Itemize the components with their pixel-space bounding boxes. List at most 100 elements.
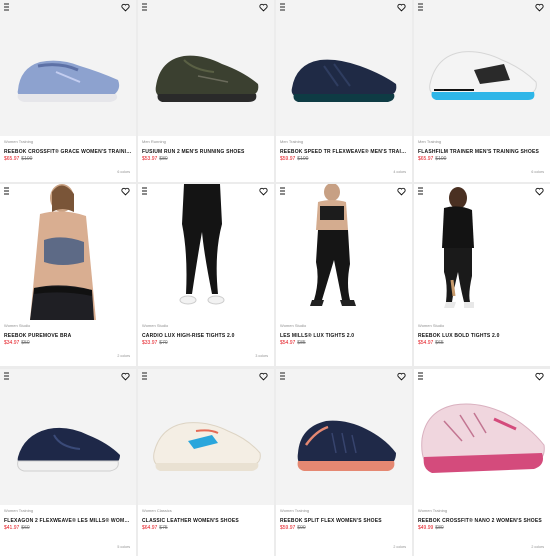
product-category: Women Classics xyxy=(142,508,172,513)
compare-icon[interactable] xyxy=(4,371,9,380)
compare-icon[interactable] xyxy=(280,371,285,380)
product-image[interactable] xyxy=(138,369,274,505)
product-image[interactable] xyxy=(138,0,274,136)
product-info: Women Training FLEXAGON 2 FLEXWEAVE® LES… xyxy=(4,508,132,532)
compare-icon[interactable] xyxy=(280,186,285,195)
original-price: $60 xyxy=(21,525,30,531)
product-price: $49.99 $80 xyxy=(418,525,546,532)
product-shoe-image xyxy=(297,420,396,471)
product-name[interactable]: REEBOK CROSSFIT® NANO 2 WOMEN'S SHOES xyxy=(418,518,546,524)
product-name[interactable]: CLASSIC LEATHER WOMEN'S SHOES xyxy=(142,518,270,524)
product-card[interactable]: Women Training REEBOK CROSSFIT® GRACE WO… xyxy=(0,0,136,182)
compare-icon[interactable] xyxy=(142,371,147,380)
product-card[interactable]: Women Studio LES MILLS® LUX TIGHTS 2.0 $… xyxy=(276,184,412,366)
product-card[interactable]: Women Training REEBOK CROSSFIT® NANO 2 W… xyxy=(414,369,550,556)
sale-price: $53.97 xyxy=(142,156,158,162)
compare-icon[interactable] xyxy=(4,2,9,11)
heart-icon[interactable] xyxy=(535,372,544,381)
product-price: $65.97 $100 xyxy=(4,156,132,163)
product-price: $59.97 $90 xyxy=(280,525,408,532)
heart-icon[interactable] xyxy=(397,3,406,12)
product-info: Women Studio REEBOK LUX BOLD TIGHTS 2.0 … xyxy=(418,323,546,347)
product-card[interactable]: Women Training REEBOK SPLIT FLEX WOMEN'S… xyxy=(276,369,412,556)
product-card[interactable]: Men Training REEBOK SPEED TR FLEXWEAVE® … xyxy=(276,0,412,182)
sale-price: $34.97 xyxy=(4,340,20,346)
product-name[interactable]: CARDIO LUX HIGH-RISE TIGHTS 2.0 xyxy=(142,333,270,339)
compare-icon[interactable] xyxy=(418,371,423,380)
product-image[interactable] xyxy=(276,369,412,505)
heart-icon[interactable] xyxy=(121,372,130,381)
product-info: Men Training REEBOK SPEED TR FLEXWEAVE® … xyxy=(280,139,408,163)
product-image[interactable] xyxy=(0,184,136,320)
product-name[interactable]: FUSIUM RUN 2 MEN'S RUNNING SHOES xyxy=(142,149,270,155)
product-category: Women Studio xyxy=(4,323,31,328)
original-price: $90 xyxy=(297,525,306,531)
product-info: Women Training REEBOK CROSSFIT® GRACE WO… xyxy=(4,139,132,163)
product-shoe-image xyxy=(17,427,120,472)
sale-price: $64.97 xyxy=(142,525,158,531)
product-category: Women Training xyxy=(418,508,448,513)
compare-icon[interactable] xyxy=(4,186,9,195)
product-name[interactable]: FLASHFILM TRAINER MEN'S TRAINING SHOES xyxy=(418,149,546,155)
heart-icon[interactable] xyxy=(535,187,544,196)
color-count: 2 colors xyxy=(393,545,406,549)
product-image[interactable] xyxy=(0,369,136,505)
product-name[interactable]: REEBOK CROSSFIT® GRACE WOMEN'S TRAINING … xyxy=(4,149,132,155)
heart-icon[interactable] xyxy=(397,187,406,196)
heart-icon[interactable] xyxy=(259,187,268,196)
sale-price: $33.97 xyxy=(142,340,158,346)
product-info: Women Training REEBOK CROSSFIT® NANO 2 W… xyxy=(418,508,546,532)
compare-icon[interactable] xyxy=(280,2,285,11)
product-card[interactable]: Women Classics CLASSIC LEATHER WOMEN'S S… xyxy=(138,369,274,556)
heart-icon[interactable] xyxy=(259,3,268,12)
original-price: $100 xyxy=(21,156,33,162)
product-card[interactable]: Men Training FLASHFILM TRAINER MEN'S TRA… xyxy=(414,0,550,182)
product-image[interactable] xyxy=(0,0,136,136)
heart-icon[interactable] xyxy=(397,372,406,381)
product-card[interactable]: Women Studio CARDIO LUX HIGH-RISE TIGHTS… xyxy=(138,184,274,366)
product-shoe-image xyxy=(291,59,397,102)
product-name[interactable]: REEBOK PUREMOVE BRA xyxy=(4,333,132,339)
product-card[interactable]: Women Studio REEBOK LUX BOLD TIGHTS 2.0 … xyxy=(414,184,550,366)
heart-icon[interactable] xyxy=(121,3,130,12)
product-grid: Women Training REEBOK CROSSFIT® GRACE WO… xyxy=(0,0,550,556)
product-image[interactable] xyxy=(414,0,550,136)
compare-icon[interactable] xyxy=(418,186,423,195)
heart-icon[interactable] xyxy=(259,372,268,381)
heart-icon[interactable] xyxy=(535,3,544,12)
product-image[interactable] xyxy=(276,184,412,320)
product-info: Women Classics CLASSIC LEATHER WOMEN'S S… xyxy=(142,508,270,532)
compare-icon[interactable] xyxy=(418,2,423,11)
product-image[interactable] xyxy=(138,184,274,320)
compare-icon[interactable] xyxy=(142,186,147,195)
product-image[interactable] xyxy=(414,369,550,505)
product-shoe-image xyxy=(17,60,120,102)
product-card[interactable]: Women Studio REEBOK PUREMOVE BRA $34.97 $… xyxy=(0,184,136,366)
product-name[interactable]: REEBOK LUX BOLD TIGHTS 2.0 xyxy=(418,333,546,339)
product-image[interactable] xyxy=(276,0,412,136)
product-name[interactable]: FLEXAGON 2 FLEXWEAVE® LES MILLS® WOMEN'S… xyxy=(4,518,132,524)
original-price: $85 xyxy=(297,340,306,346)
product-info: Women Studio REEBOK PUREMOVE BRA $34.97 $… xyxy=(4,323,132,347)
product-name[interactable]: REEBOK SPLIT FLEX WOMEN'S SHOES xyxy=(280,518,408,524)
heart-icon[interactable] xyxy=(121,187,130,196)
product-name[interactable]: LES MILLS® LUX TIGHTS 2.0 xyxy=(280,333,408,339)
product-category: Women Training xyxy=(280,508,310,513)
product-price: $33.97 $70 xyxy=(142,340,270,347)
product-card[interactable]: Men Running FUSIUM RUN 2 MEN'S RUNNING S… xyxy=(138,0,274,182)
original-price: $100 xyxy=(435,156,447,162)
sale-price: $59.97 xyxy=(280,156,296,162)
original-price: $100 xyxy=(297,156,309,162)
compare-icon[interactable] xyxy=(142,2,147,11)
product-model-image xyxy=(310,184,356,306)
product-info: Women Studio LES MILLS® LUX TIGHTS 2.0 $… xyxy=(280,323,408,347)
product-card[interactable]: Women Training FLEXAGON 2 FLEXWEAVE® LES… xyxy=(0,369,136,556)
sale-price: $49.99 xyxy=(418,525,434,531)
sale-price: $59.97 xyxy=(280,525,296,531)
product-name[interactable]: REEBOK SPEED TR FLEXWEAVE® MEN'S TRAININ… xyxy=(280,149,408,155)
original-price: $80 xyxy=(435,525,444,531)
product-category: Men Training xyxy=(280,139,304,144)
product-category: Women Studio xyxy=(280,323,307,328)
sale-price: $65.97 xyxy=(418,156,434,162)
product-image[interactable] xyxy=(414,184,550,320)
